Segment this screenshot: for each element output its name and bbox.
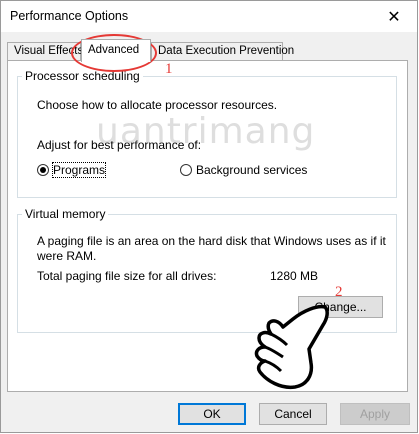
close-icon[interactable]: ✕ bbox=[371, 1, 417, 32]
total-paging-value: 1280 MB bbox=[270, 269, 319, 283]
virtual-memory-legend: Virtual memory bbox=[25, 207, 106, 221]
performance-options-dialog: Performance Options ✕ Visual Effects Adv… bbox=[0, 0, 418, 433]
virtual-memory-description-line2: were RAM. bbox=[37, 249, 97, 263]
window-title: Performance Options bbox=[10, 9, 129, 23]
tab-advanced[interactable]: Advanced bbox=[81, 39, 151, 62]
tab-visual-effects[interactable]: Visual Effects bbox=[7, 42, 83, 60]
cancel-button[interactable]: Cancel bbox=[259, 403, 327, 425]
ok-button[interactable]: OK bbox=[178, 403, 246, 425]
background-services-radio[interactable] bbox=[180, 164, 192, 176]
pointing-hand-icon bbox=[254, 304, 329, 390]
apply-button: Apply bbox=[340, 403, 410, 425]
step-number-1: 1 bbox=[165, 61, 173, 77]
background-services-radio-label[interactable]: Background services bbox=[196, 163, 307, 177]
programs-radio[interactable] bbox=[37, 164, 49, 176]
tab-data-execution-prevention[interactable]: Data Execution Prevention bbox=[151, 42, 294, 60]
total-paging-label: Total paging file size for all drives: bbox=[37, 269, 217, 283]
processor-description: Choose how to allocate processor resourc… bbox=[37, 98, 278, 112]
title-bar: Performance Options ✕ bbox=[1, 1, 417, 32]
tab-strip: Visual Effects Advanced Data Execution P… bbox=[7, 39, 407, 62]
programs-radio-label[interactable]: Programs bbox=[51, 162, 107, 178]
step-number-2: 2 bbox=[335, 284, 343, 300]
virtual-memory-description-line1: A paging file is an area on the hard dis… bbox=[37, 234, 386, 248]
watermark-text: uantrimang bbox=[96, 111, 316, 152]
